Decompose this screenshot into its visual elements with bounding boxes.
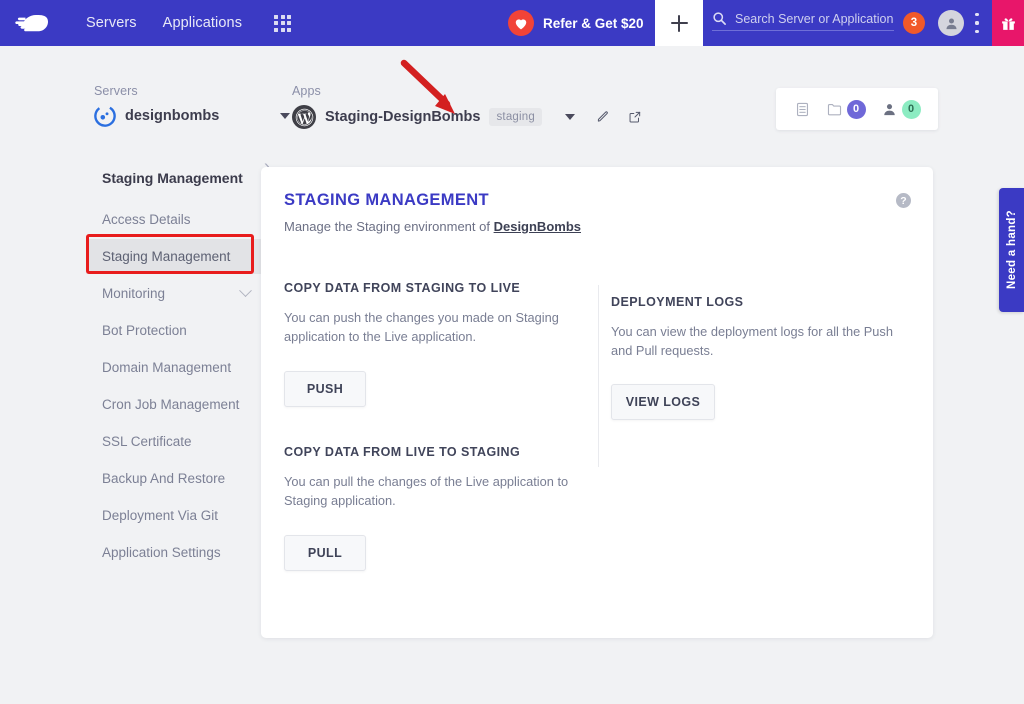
cloudways-server-icon [94,105,116,127]
sidebar-item-label: Deployment Via Git [102,508,219,523]
sidebar-item-access-details[interactable]: Access Details [86,202,266,237]
top-navigation-bar: Servers Applications Refer & Get $20 Sea… [0,0,1024,46]
breadcrumb-server: Servers designbombs [94,84,291,127]
sidebar-item-label: Cron Job Management [102,397,240,412]
sidebar-item-ssl-certificate[interactable]: SSL Certificate [86,424,266,459]
sidebar-title: Staging Management [102,170,243,186]
sidebar-item-label: Application Settings [102,545,221,560]
nav-applications[interactable]: Applications [163,15,242,31]
search-placeholder: Search Server or Application [735,11,894,26]
sidebar-item-label: SSL Certificate [102,434,192,449]
push-button[interactable]: PUSH [284,371,366,407]
sidebar-item-domain-management[interactable]: Domain Management [86,350,266,385]
app-page: Servers Applications Refer & Get $20 Sea… [0,0,1024,704]
pull-button[interactable]: PULL [284,535,366,571]
need-a-hand-label: Need a hand? [1005,210,1018,290]
heart-icon [508,10,534,36]
sidebar-item-cron-job-management[interactable]: Cron Job Management [86,387,266,422]
avatar[interactable] [938,10,964,36]
page-title: STAGING MANAGEMENT [284,191,489,209]
apps-grid-icon[interactable] [274,14,292,32]
page-subtitle-text: Manage the Staging environment of [284,219,494,234]
cloudways-logo-icon [15,15,48,32]
folder-icon [827,103,841,115]
sidebar-item-application-settings[interactable]: Application Settings [86,535,266,570]
view-logs-button[interactable]: VIEW LOGS [611,384,715,420]
breadcrumb-app: Apps Staging-DesignBombs staging [292,84,642,129]
add-new-button[interactable] [655,0,703,46]
sidebar-item-backup-and-restore[interactable]: Backup And Restore [86,461,266,496]
pull-heading: COPY DATA FROM LIVE TO STAGING [284,445,521,459]
logs-heading: DEPLOYMENT LOGS [611,295,744,309]
page-subtitle: Manage the Staging environment of Design… [284,219,581,234]
folder-count-value: 0 [846,99,866,119]
sidebar-item-monitoring[interactable]: Monitoring [86,276,266,311]
sidebar: Staging Management Access Details Staging… [86,170,266,572]
help-question-icon[interactable]: ? [896,193,911,208]
staging-management-panel: STAGING MANAGEMENT Manage the Staging en… [261,167,933,638]
gift-icon[interactable] [992,0,1024,46]
refer-label: Refer & Get $20 [543,15,644,31]
user-count[interactable]: 0 [881,99,921,119]
sidebar-item-label: Access Details [102,212,191,227]
user-count-value: 0 [901,99,921,119]
pencil-icon[interactable] [596,110,610,124]
breadcrumb-app-name[interactable]: Staging-DesignBombs [325,109,480,125]
sidebar-item-bot-protection[interactable]: Bot Protection [86,313,266,348]
breadcrumb-apps-label: Apps [292,84,321,98]
external-link-icon[interactable] [628,110,642,124]
pull-body: You can pull the changes of the Live app… [284,474,569,509]
sidebar-item-staging-management[interactable]: Staging Management [86,239,266,274]
need-a-hand-tab[interactable]: Need a hand? [999,188,1024,312]
folder-count[interactable]: 0 [826,99,866,119]
sidebar-item-label: Monitoring [102,286,166,301]
server-dropdown-caret-icon[interactable] [280,113,291,119]
chevron-down-icon[interactable] [239,284,252,298]
wordpress-icon [292,105,316,129]
sidebar-item-label: Domain Management [102,360,232,375]
sidebar-menu: Access Details Staging Management Monitori… [86,202,266,572]
section-pull: COPY DATA FROM LIVE TO STAGING You can p… [284,445,574,511]
logs-body: You can view the deployment logs for all… [611,324,893,359]
more-vertical-icon[interactable] [975,13,979,33]
staging-badge: staging [489,108,542,126]
breadcrumb-server-name[interactable]: designbombs [125,108,219,124]
sidebar-item-label: Bot Protection [102,323,187,338]
push-body: You can push the changes you made on Sta… [284,310,559,345]
section-deployment-logs: DEPLOYMENT LOGS You can view the deploym… [611,295,916,361]
sidebar-item-label: Staging Management [102,249,231,264]
user-avatar-icon [946,18,956,29]
search-icon [713,12,726,25]
column-divider [598,285,599,467]
sidebar-item-deployment-via-git[interactable]: Deployment Via Git [86,498,266,533]
nav-servers[interactable]: Servers [86,15,137,31]
sidebar-item-label: Backup And Restore [102,471,226,486]
notification-badge[interactable]: 3 [903,12,925,34]
app-stats-card: 0 0 [776,88,938,130]
server-stack-icon[interactable] [794,101,811,118]
user-icon [883,103,895,115]
breadcrumb-servers-label: Servers [94,84,138,98]
section-push: COPY DATA FROM STAGING TO LIVE You can p… [284,281,574,347]
push-heading: COPY DATA FROM STAGING TO LIVE [284,281,521,295]
app-link[interactable]: DesignBombs [494,219,581,234]
search-input[interactable]: Search Server or Application [712,11,894,31]
refer-and-earn-button[interactable]: Refer & Get $20 [508,0,644,46]
cloudways-logo[interactable] [0,0,86,46]
app-dropdown-caret-icon[interactable] [564,114,575,120]
